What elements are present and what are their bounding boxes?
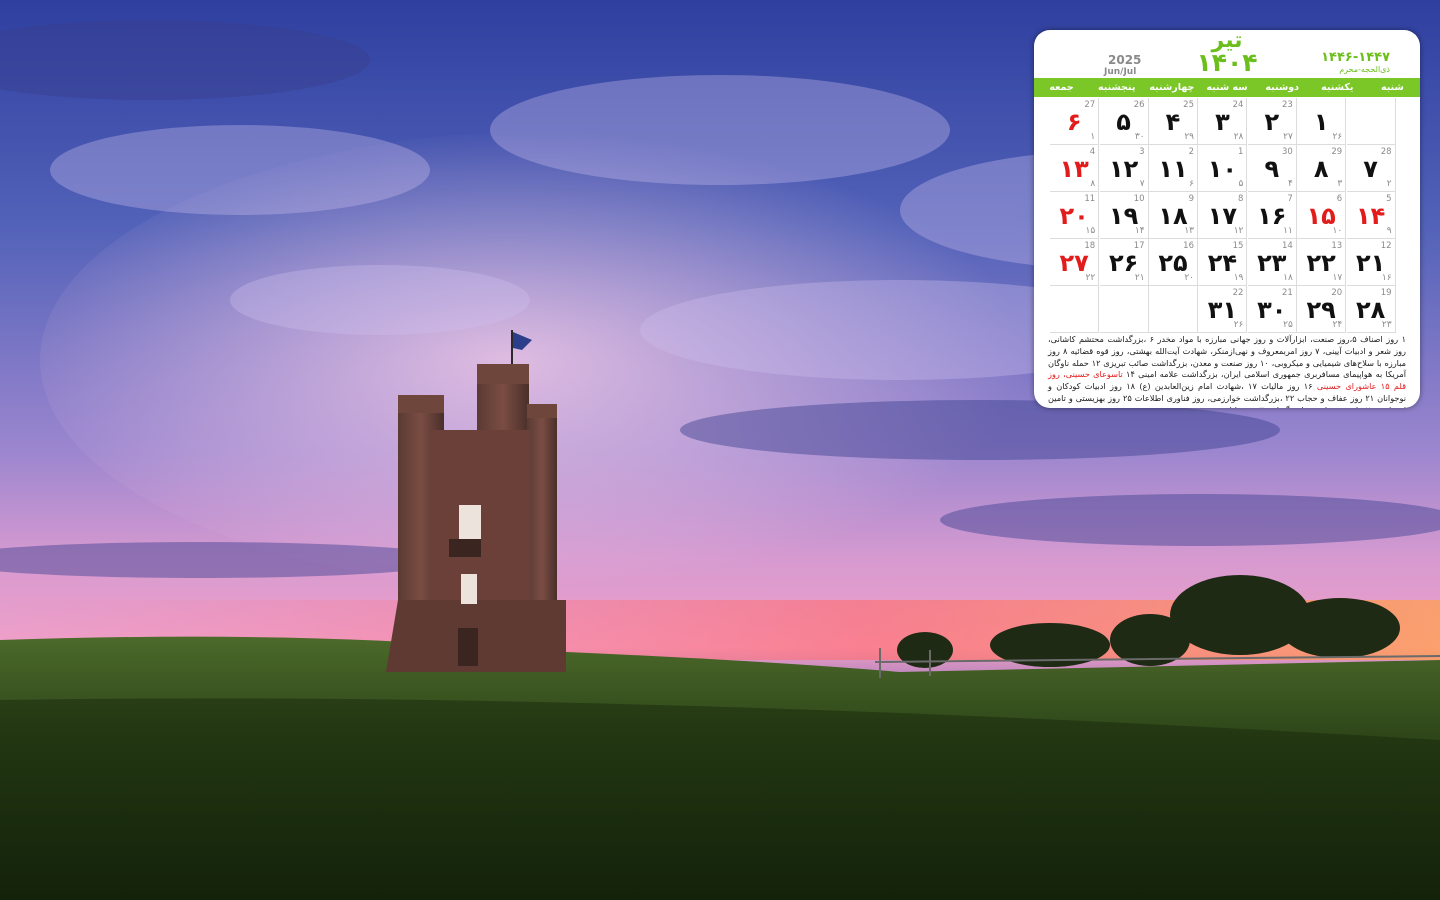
day-cell: 11 ۲۰ ۱۵ — [1050, 192, 1100, 239]
hijri-day: ۴ — [1287, 179, 1293, 189]
hijri-day: ۱۴ — [1134, 226, 1145, 236]
hijri-day: ۱۶ — [1381, 273, 1392, 283]
day-cell: 4 ۱۳ ۸ — [1050, 145, 1100, 192]
day-cell: 25 ۴ ۲۹ — [1149, 98, 1198, 145]
day-cell: ۱ ۲۶ — [1297, 98, 1347, 145]
day-cell: 13 ۲۲ ۱۷ — [1297, 239, 1347, 286]
hijri-day: ۲۹ — [1184, 132, 1194, 142]
hijri-day: ۱۹ — [1233, 273, 1244, 283]
weekday-sunday: یکشنبه — [1321, 82, 1354, 93]
hijri-day: ۵ — [1238, 179, 1244, 189]
day-cell: 18 ۲۷ ۲۲ — [1050, 239, 1100, 286]
day-cell: 10 ۱۹ ۱۴ — [1099, 192, 1149, 239]
weekday-friday: جمعه — [1049, 82, 1074, 93]
persian-calendar-widget: تیر ۱۴۰۴ 2025 Jun/Jul ۱۴۴۶-۱۴۴۷ ذی‌الحجه… — [1034, 30, 1420, 408]
weekday-header-bar: شنبه یکشنبه دوشنبه سه شنبه چهارشنبه پنجش… — [1034, 78, 1420, 97]
hijri-day: ۱۲ — [1233, 226, 1244, 236]
hijri-day: ۱۸ — [1283, 273, 1293, 283]
hijri-day: ۳ — [1337, 179, 1343, 189]
calendar-header: تیر ۱۴۰۴ 2025 Jun/Jul ۱۴۴۶-۱۴۴۷ ذی‌الحجه… — [1034, 30, 1420, 78]
hijri-day: ۱ — [1090, 132, 1096, 142]
hijri-years: ۱۴۴۶-۱۴۴۷ — [1321, 50, 1390, 65]
day-cell: 22 ۳۱ ۲۶ — [1198, 286, 1248, 333]
hijri-day: ۲۸ — [1233, 132, 1244, 142]
weekday-saturday: شنبه — [1381, 82, 1404, 93]
hijri-day: ۱۰ — [1332, 226, 1343, 236]
day-cell: 23 ۲ ۲۷ — [1247, 98, 1297, 145]
day-cell: 8 ۱۷ ۱۲ — [1198, 192, 1248, 239]
day-cell: 20 ۲۹ ۲۴ — [1297, 286, 1347, 333]
occasions-notes: ۱ روز اصناف ۵،روز صنعت، ابزارآلات و روز … — [1048, 334, 1406, 408]
hijri-day: ۲۵ — [1283, 320, 1293, 330]
day-cell: 12 ۲۱ ۱۶ — [1346, 239, 1396, 286]
weekday-tuesday: سه شنبه — [1206, 82, 1248, 93]
day-cell: 19 ۲۸ ۲۳ — [1346, 286, 1396, 333]
hijri-day: ۲ — [1386, 179, 1392, 189]
weekday-thursday: پنجشنبه — [1097, 82, 1136, 93]
hijri-day: ۳۰ — [1134, 132, 1145, 142]
day-cell: 2 ۱۱ ۶ — [1149, 145, 1198, 192]
day-cell: 6 ۱۵ ۱۰ — [1297, 192, 1347, 239]
day-cell: 24 ۳ ۲۸ — [1198, 98, 1248, 145]
day-cell: 26 ۵ ۳۰ — [1099, 98, 1149, 145]
day-cell — [1346, 98, 1396, 145]
day-cell — [1149, 286, 1198, 333]
day-cell: 3 ۱۲ ۷ — [1099, 145, 1149, 192]
day-cell: 7 ۱۶ ۱۱ — [1247, 192, 1297, 239]
hijri-day: ۷ — [1139, 179, 1145, 189]
hijri-day: ۲۰ — [1184, 273, 1194, 283]
hijri-day: ۱۷ — [1332, 273, 1343, 283]
day-cell: 21 ۳۰ ۲۵ — [1247, 286, 1297, 333]
day-cell: 30 ۹ ۴ — [1247, 145, 1297, 192]
hijri-day: ۲۱ — [1134, 273, 1145, 283]
day-cell: 14 ۲۳ ۱۸ — [1247, 239, 1297, 286]
hijri-day: ۹ — [1386, 226, 1392, 236]
day-cell: 29 ۸ ۳ — [1297, 145, 1347, 192]
weekday-wednesday: چهارشنبه — [1149, 82, 1195, 93]
day-cell: 9 ۱۸ ۱۳ — [1149, 192, 1198, 239]
hijri-day: ۶ — [1189, 179, 1194, 189]
hijri-day: ۱۵ — [1085, 226, 1096, 236]
hijri-day: ۱۳ — [1184, 226, 1194, 236]
hijri-day: ۲۶ — [1332, 132, 1343, 142]
day-cell — [1050, 286, 1100, 333]
hijri-day: ۲۴ — [1332, 320, 1343, 330]
day-cell: 17 ۲۶ ۲۱ — [1099, 239, 1149, 286]
day-cell: 15 ۲۴ ۱۹ — [1198, 239, 1248, 286]
day-cell: 1 ۱۰ ۵ — [1198, 145, 1248, 192]
hijri-day: ۸ — [1090, 179, 1096, 189]
gregorian-year: 2025 — [1108, 53, 1142, 67]
day-cell: 27 ۶ ۱ — [1050, 98, 1100, 145]
hijri-day: ۱۱ — [1283, 226, 1293, 236]
calendar-day-grid: ۱ ۲۶ 23 ۲ ۲۷ 24 ۳ ۲۸ 25 ۴ ۲۹ 26 ۵ ۳۰ 27 ۶ ۱ 28 ۷ ۲ 29 ۸ ۳ 30 ۹ ۴ 1… — [1050, 98, 1396, 334]
hijri-months: ذی‌الحجه-محرم — [1339, 65, 1390, 74]
day-cell: 28 ۷ ۲ — [1346, 145, 1396, 192]
hijri-day: ۲۳ — [1381, 320, 1392, 330]
day-cell: 5 ۱۴ ۹ — [1346, 192, 1396, 239]
hijri-day: ۲۷ — [1283, 132, 1293, 142]
weekday-monday: دوشنبه — [1265, 82, 1299, 93]
hijri-day: ۲۶ — [1233, 320, 1244, 330]
hijri-day: ۲۲ — [1085, 273, 1096, 283]
gregorian-months: Jun/Jul — [1104, 67, 1137, 77]
day-cell — [1099, 286, 1149, 333]
day-cell: 16 ۲۵ ۲۰ — [1149, 239, 1198, 286]
